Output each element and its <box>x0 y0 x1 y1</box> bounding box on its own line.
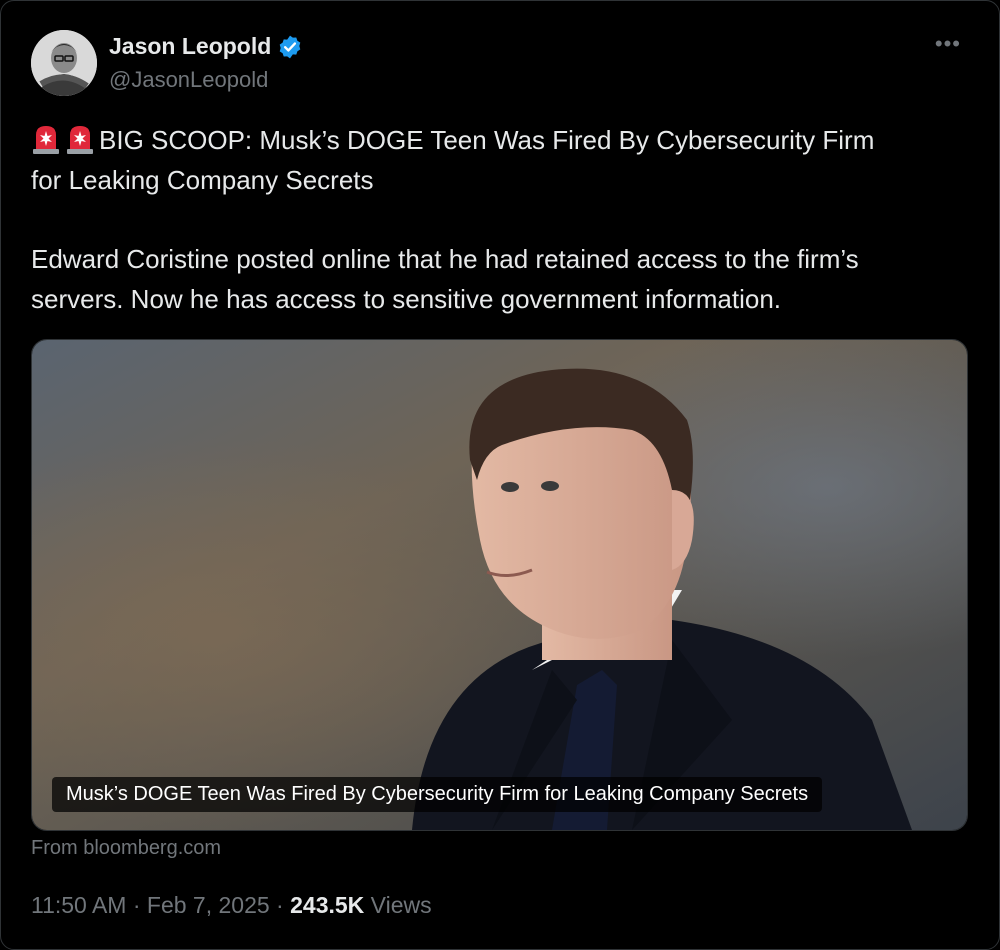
siren-icon <box>67 126 93 154</box>
tweet-line-2: for Leaking Company Secrets <box>31 165 374 195</box>
article-photo <box>32 340 967 830</box>
tweet-card[interactable]: Jason Leopold @JasonLeopold ••• BIG SCOO… <box>0 0 1000 950</box>
avatar[interactable] <box>31 30 97 96</box>
tweet-body: Edward Coristine posted online that he h… <box>31 239 971 319</box>
more-options-icon[interactable]: ••• <box>935 31 961 57</box>
card-source[interactable]: From bloomberg.com <box>31 837 221 860</box>
verified-badge-icon <box>280 35 301 58</box>
tweet-body-line-2: servers. Now he has access to sensitive … <box>31 284 782 314</box>
views-count: 243.5K <box>290 892 365 918</box>
tweet-meta: 11:50 AM · Feb 7, 2025 · 243.5K Views <box>31 892 432 919</box>
author-name[interactable]: Jason Leopold <box>109 33 271 60</box>
tweet-line-1: BIG SCOOP: Musk’s DOGE Teen Was Fired By… <box>99 125 875 155</box>
card-caption: Musk’s DOGE Teen Was Fired By Cybersecur… <box>52 777 823 812</box>
tweet-headline: BIG SCOOP: Musk’s DOGE Teen Was Fired By… <box>31 120 971 200</box>
author-name-row[interactable]: Jason Leopold <box>109 33 303 60</box>
views-label: Views <box>364 892 432 918</box>
siren-icon <box>33 126 59 154</box>
tweet-body-line-1: Edward Coristine posted online that he h… <box>31 244 859 274</box>
link-preview-card[interactable]: Musk’s DOGE Teen Was Fired By Cybersecur… <box>31 339 968 831</box>
tweet-timestamp[interactable]: 11:50 AM · Feb 7, 2025 · <box>31 892 290 918</box>
author-handle[interactable]: @JasonLeopold <box>109 67 268 93</box>
